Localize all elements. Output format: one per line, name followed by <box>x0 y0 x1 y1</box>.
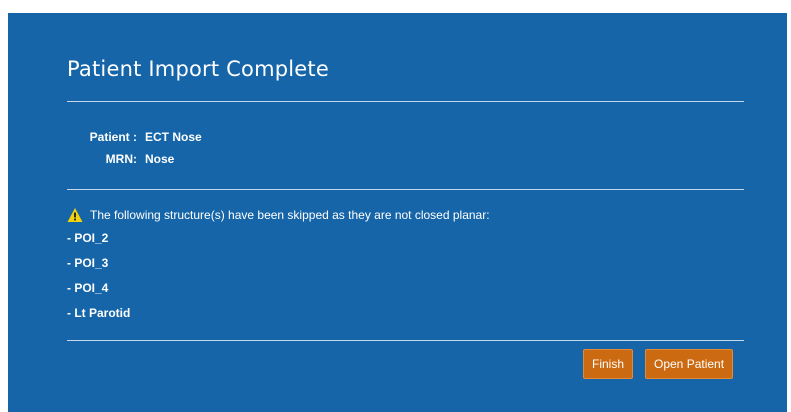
dialog-title: Patient Import Complete <box>67 57 329 81</box>
info-divider <box>67 189 744 190</box>
skipped-warning: The following structure(s) have been ski… <box>67 204 490 326</box>
patient-info: Patient : ECT Nose MRN: Nose <box>67 126 202 170</box>
patient-row: Patient : ECT Nose <box>67 126 202 148</box>
mrn-value: Nose <box>145 152 175 166</box>
title-divider <box>67 101 744 102</box>
patient-value: ECT Nose <box>145 130 202 144</box>
patient-label: Patient : <box>89 130 137 144</box>
mrn-row: MRN: Nose <box>67 148 202 170</box>
warning-triangle-icon <box>67 207 83 223</box>
open-patient-button[interactable]: Open Patient <box>645 349 734 379</box>
warning-line: The following structure(s) have been ski… <box>67 204 490 226</box>
import-complete-dialog: Patient Import Complete Patient : ECT No… <box>8 13 787 412</box>
warning-message: The following structure(s) have been ski… <box>90 208 490 222</box>
finish-button[interactable]: Finish <box>583 349 634 379</box>
list-item: - Lt Parotid <box>67 306 131 320</box>
mrn-label: MRN: <box>105 152 137 166</box>
list-item: - POI_3 <box>67 256 109 270</box>
list-item: - POI_4 <box>67 281 109 295</box>
footer-divider <box>67 340 744 341</box>
skipped-structures-list: - POI_2 - POI_3 - POI_4 - Lt Parotid <box>67 226 490 326</box>
list-item: - POI_2 <box>67 231 109 245</box>
